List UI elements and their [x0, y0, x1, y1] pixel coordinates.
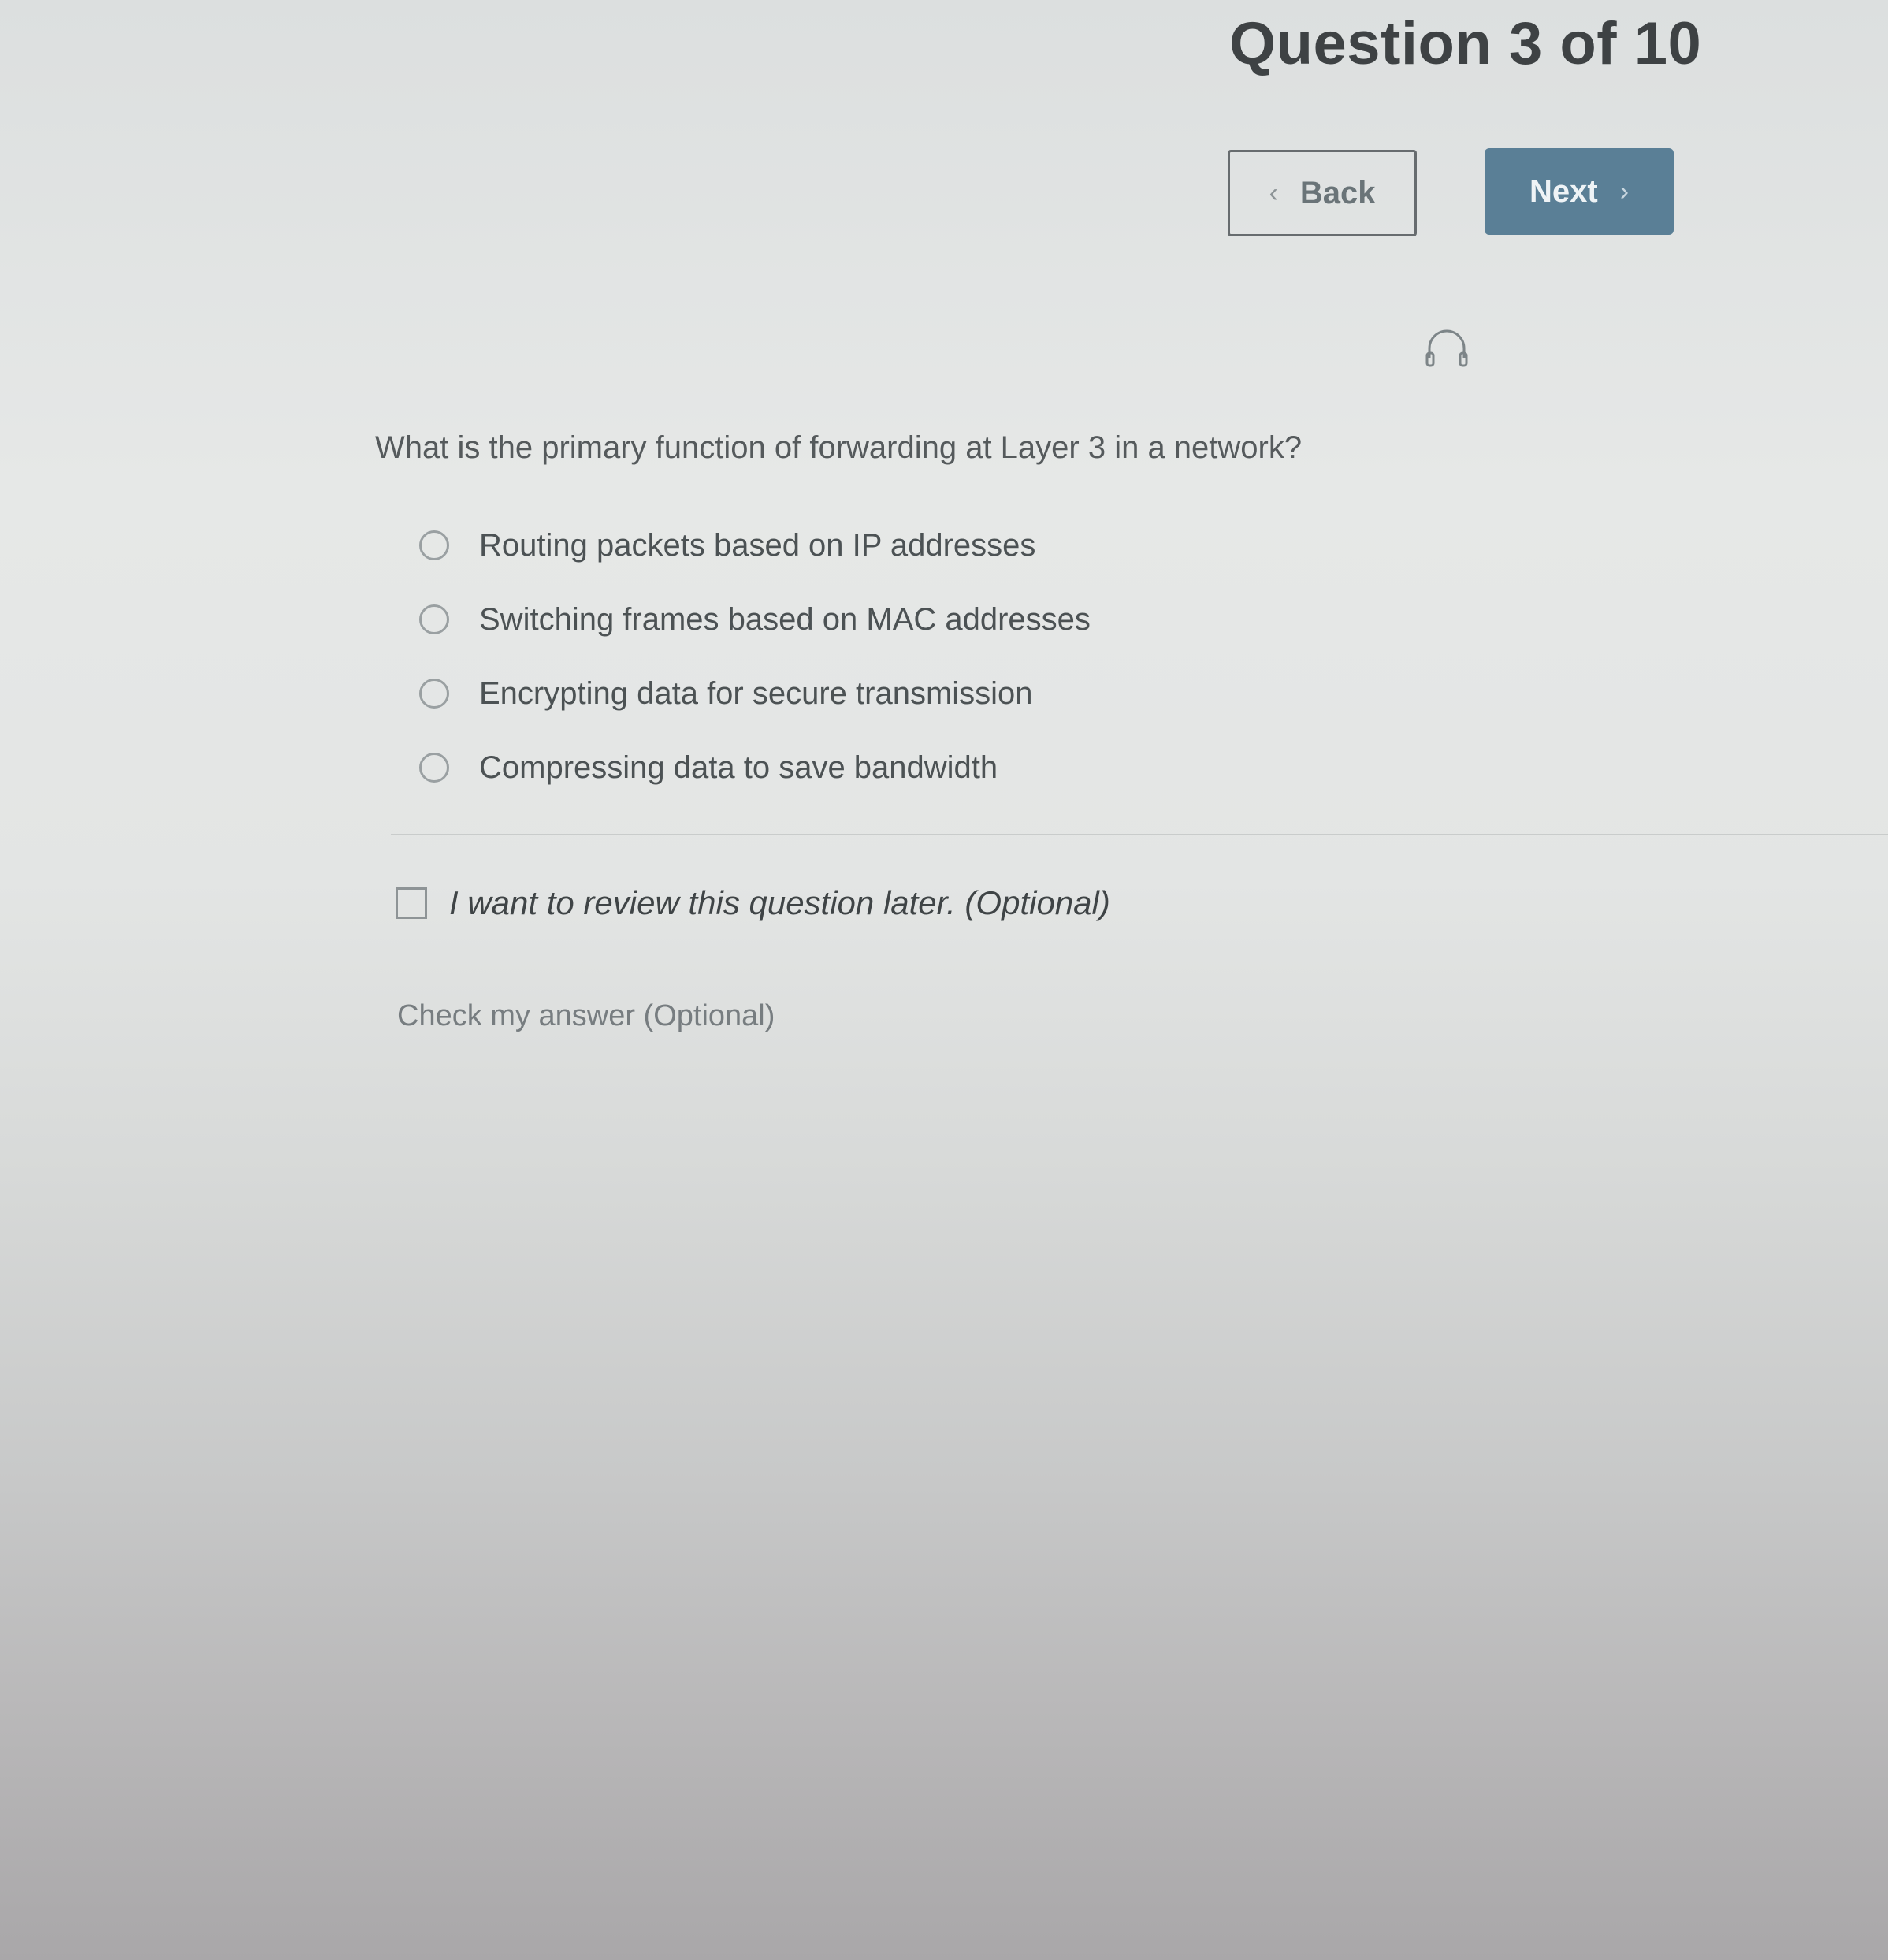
answer-options: Routing packets based on IP addresses Sw…	[419, 508, 1091, 805]
next-button-label: Next	[1529, 173, 1598, 209]
chevron-right-icon: ›	[1619, 176, 1630, 206]
radio-button[interactable]	[419, 530, 449, 560]
chevron-left-icon: ‹	[1269, 177, 1278, 208]
section-divider	[391, 834, 1888, 835]
radio-button[interactable]	[419, 604, 449, 634]
answer-option-label: Compressing data to save bandwidth	[479, 749, 998, 785]
answer-option[interactable]: Switching frames based on MAC addresses	[419, 582, 1091, 656]
answer-option-label: Routing packets based on IP addresses	[479, 527, 1036, 563]
back-button-label: Back	[1299, 175, 1376, 210]
quiz-page: Question 3 of 10 ‹ Back Next › What is t…	[0, 0, 1888, 1960]
answer-option[interactable]: Compressing data to save bandwidth	[419, 731, 1091, 805]
answer-option-label: Switching frames based on MAC addresses	[479, 601, 1091, 637]
page-title: Question 3 of 10	[1229, 10, 1702, 77]
answer-option[interactable]: Encrypting data for secure transmission	[419, 656, 1091, 731]
back-button[interactable]: ‹ Back	[1228, 150, 1417, 236]
review-later-option[interactable]: I want to review this question later. (O…	[396, 884, 1110, 922]
answer-option[interactable]: Routing packets based on IP addresses	[419, 508, 1091, 582]
radio-button[interactable]	[419, 753, 449, 783]
question-text: What is the primary function of forwardi…	[375, 430, 1303, 465]
radio-button[interactable]	[419, 679, 449, 709]
review-later-checkbox[interactable]	[396, 887, 427, 919]
answer-option-label: Encrypting data for secure transmission	[479, 675, 1033, 711]
check-answer-link[interactable]: Check my answer (Optional)	[397, 999, 775, 1033]
next-button[interactable]: Next ›	[1485, 148, 1674, 235]
review-later-label: I want to review this question later. (O…	[449, 884, 1110, 921]
headphones-icon[interactable]	[1423, 323, 1470, 370]
